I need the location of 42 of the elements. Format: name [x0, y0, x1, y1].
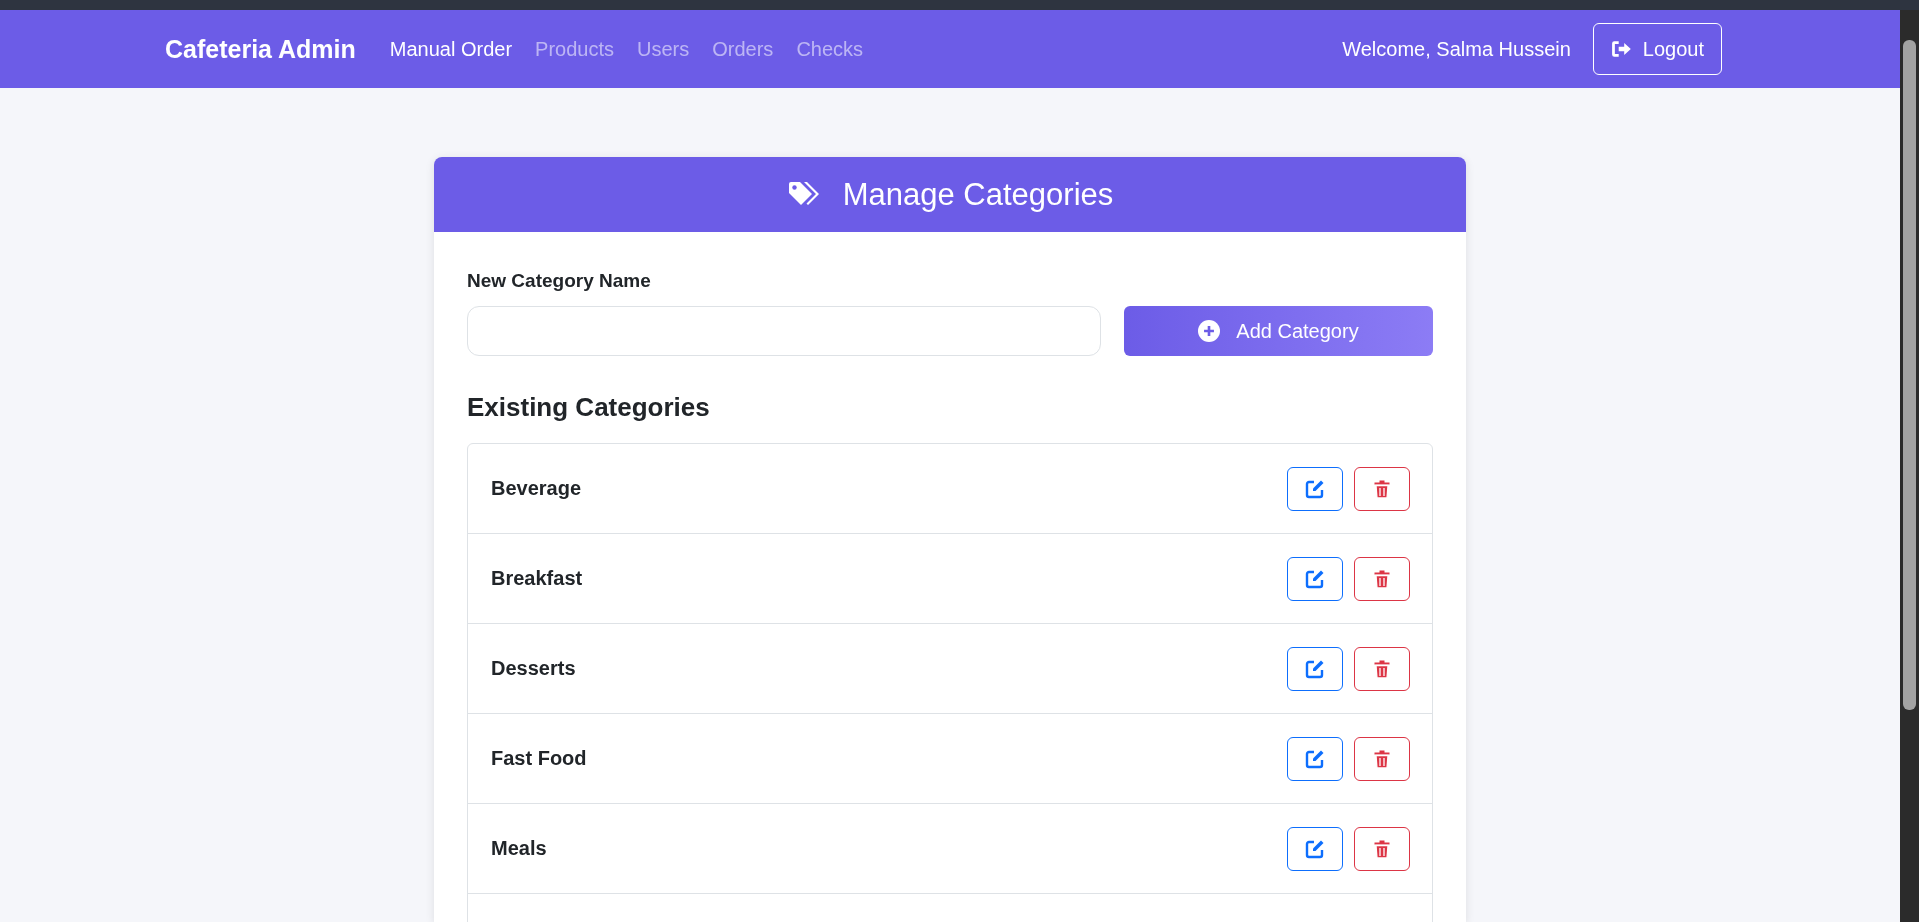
- logout-button[interactable]: Logout: [1592, 23, 1722, 75]
- field-label: New Category Name: [467, 270, 652, 292]
- edit-button[interactable]: [1287, 556, 1343, 601]
- section-heading: Existing Categories: [467, 392, 711, 423]
- card-title: Manage Categories: [842, 176, 1114, 213]
- trash-icon: [1372, 838, 1392, 859]
- category-name: Fast Food: [491, 747, 587, 770]
- category-name: Beverage: [491, 477, 582, 500]
- nav-link[interactable]: Manual Order: [389, 37, 513, 61]
- edit-button[interactable]: [1287, 736, 1343, 781]
- edit-icon: [1305, 568, 1325, 589]
- category-name: Meals: [491, 837, 547, 860]
- scrollbar-thumb[interactable]: [1903, 40, 1916, 710]
- nav-link[interactable]: Checks: [796, 37, 864, 61]
- nav-link[interactable]: Users: [637, 37, 690, 61]
- edit-button[interactable]: [1287, 466, 1343, 511]
- brand-link[interactable]: Cafeteria Admin: [165, 34, 356, 64]
- delete-button[interactable]: [1354, 646, 1410, 691]
- edit-button[interactable]: [1287, 646, 1343, 691]
- edit-icon: [1305, 838, 1325, 859]
- category-name: Breakfast: [491, 567, 583, 590]
- trash-icon: [1372, 568, 1392, 589]
- trash-icon: [1372, 658, 1392, 679]
- nav-link[interactable]: Products: [535, 37, 614, 61]
- edit-icon: [1305, 658, 1325, 679]
- trash-icon: [1372, 478, 1392, 499]
- plus-circle-icon: [1198, 320, 1221, 342]
- scrollbar[interactable]: [1900, 10, 1919, 922]
- nav-link[interactable]: Orders: [712, 37, 774, 61]
- delete-button[interactable]: [1354, 736, 1410, 781]
- edit-icon: [1305, 748, 1325, 769]
- add-category-button[interactable]: Add Category: [1124, 306, 1433, 356]
- sign-out-icon: [1610, 40, 1633, 58]
- trash-icon: [1372, 748, 1392, 769]
- delete-button[interactable]: [1354, 556, 1410, 601]
- category-name-field[interactable]: [467, 306, 1101, 356]
- category-name: Desserts: [491, 657, 576, 680]
- delete-button[interactable]: [1354, 466, 1410, 511]
- edit-icon: [1305, 478, 1325, 499]
- edit-button[interactable]: [1287, 826, 1343, 871]
- delete-button[interactable]: [1354, 826, 1410, 871]
- welcome-text: Welcome, Salma Hussein: [1342, 37, 1571, 61]
